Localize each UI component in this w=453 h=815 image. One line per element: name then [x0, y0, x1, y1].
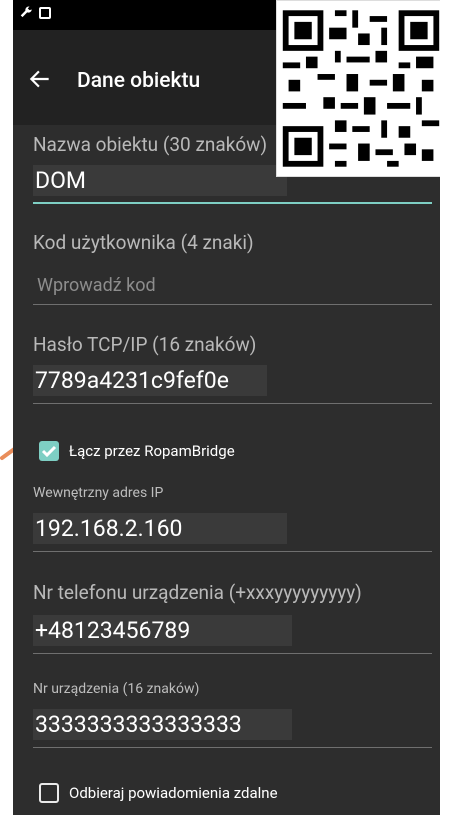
bridge-checkbox[interactable]: [39, 441, 59, 461]
internal-ip-input[interactable]: 192.168.2.160: [33, 513, 287, 544]
phone-screen: PM Dane obiektu Nazwa obiektu (30 znaków…: [13, 0, 440, 815]
phone-input[interactable]: +48123456789: [33, 615, 292, 646]
qr-code: [276, 0, 440, 177]
user-code-underline: [33, 304, 432, 305]
object-name-label: Nazwa obiektu (30 znaków): [33, 133, 268, 156]
remote-notify-label: Odbieraj powiadomienia zdalne: [69, 784, 278, 802]
internal-ip-label: Wewnętrzny adres IP: [33, 485, 164, 501]
remote-notify-row[interactable]: Odbieraj powiadomienia zdalne: [39, 783, 278, 803]
object-name-input[interactable]: DOM: [33, 165, 287, 196]
tcp-password-underline: [33, 403, 432, 404]
notification-box-icon: [39, 7, 51, 19]
wrench-icon: [20, 6, 32, 18]
back-arrow-icon[interactable]: [27, 66, 53, 92]
status-icons: [19, 6, 51, 20]
object-name-underline: [33, 202, 432, 204]
page-title: Dane obiektu: [77, 69, 201, 93]
internal-ip-underline: [33, 551, 432, 552]
tcp-password-label: Hasło TCP/IP (16 znaków): [33, 333, 257, 356]
device-number-input[interactable]: 3333333333333333: [33, 709, 292, 740]
checkmark-icon: [41, 445, 57, 458]
bridge-checkbox-label: Łącz przez RopamBridge: [69, 442, 235, 460]
phone-underline: [33, 653, 432, 654]
bridge-checkbox-row[interactable]: Łącz przez RopamBridge: [39, 441, 235, 461]
device-number-underline: [33, 747, 432, 748]
form-content: Nazwa obiektu (30 znaków) DOM Kod użytko…: [13, 125, 440, 815]
device-number-label: Nr urządzenia (16 znaków): [33, 681, 200, 697]
phone-label: Nr telefonu urządzenia (+xxxyyyyyyyyy): [33, 581, 362, 604]
remote-notify-checkbox[interactable]: [39, 783, 59, 803]
tcp-password-input[interactable]: 7789a4231c9fef0e: [33, 365, 267, 396]
user-code-label: Kod użytkownika (4 znaki): [33, 231, 254, 254]
user-code-input[interactable]: Wprowadź kod: [37, 275, 156, 296]
